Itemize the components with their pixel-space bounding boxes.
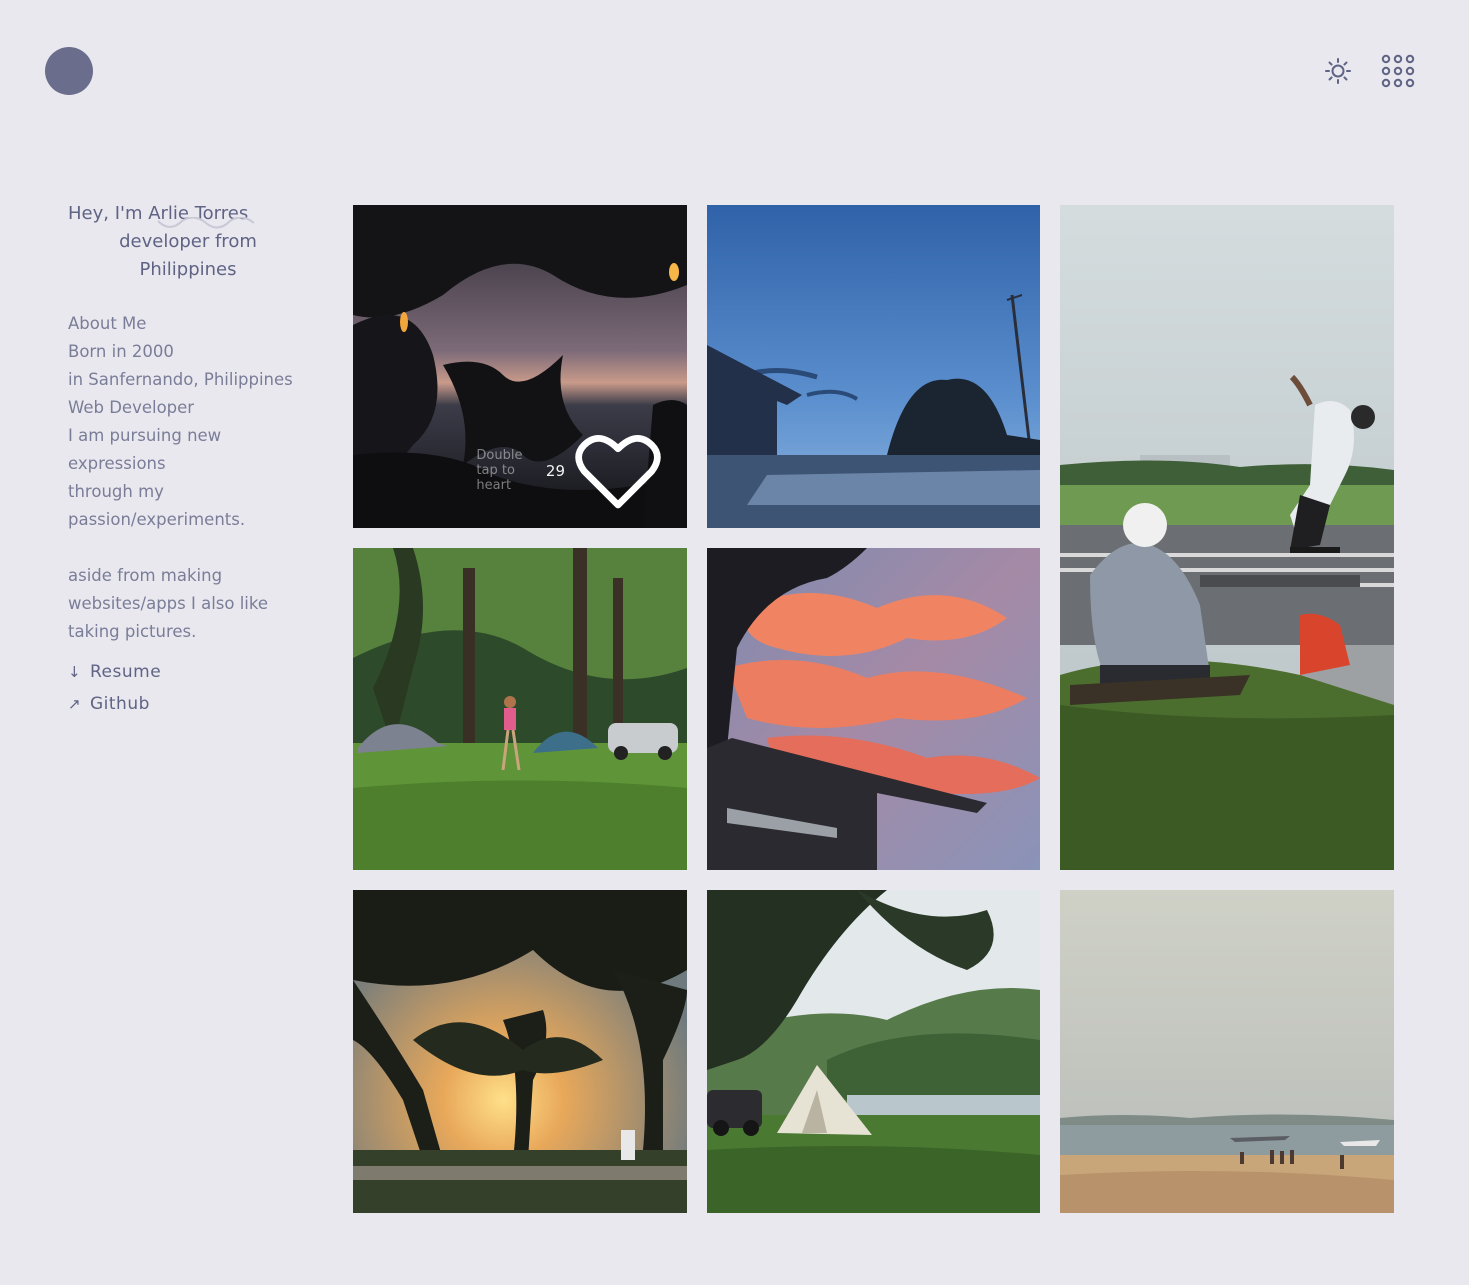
- about-line: websites/apps I also like: [68, 594, 269, 613]
- about-line: I am pursuing new: [68, 426, 222, 445]
- about-text: About Me Born in 2000 in Sanfernando, Ph…: [68, 310, 338, 646]
- arrow-up-right-icon: ↗: [68, 695, 82, 713]
- links-list: ↓ Resume ↗ Github: [68, 656, 338, 720]
- about-line: About Me: [68, 314, 147, 333]
- greeting-prefix: Hey, I'm: [68, 203, 149, 224]
- about-line: Born in 2000: [68, 342, 174, 361]
- about-line: expressions: [68, 454, 166, 473]
- github-label: Github: [90, 694, 150, 714]
- avatar[interactable]: [45, 47, 93, 95]
- photo-skateboarder[interactable]: [1060, 205, 1394, 870]
- greeting-line3: Philippines: [139, 259, 237, 280]
- greeting-line2: developer from: [119, 231, 257, 252]
- photo-campsite[interactable]: [353, 548, 687, 870]
- underline-decoration-icon: [157, 217, 255, 229]
- like-count: 29: [545, 461, 565, 480]
- resume-link[interactable]: ↓ Resume: [68, 656, 338, 688]
- resume-label: Resume: [90, 662, 162, 682]
- about-line: taking pictures.: [68, 622, 197, 641]
- photo-beach[interactable]: [1060, 890, 1394, 1213]
- intro-section: Hey, I'm Arlie Torres developer from Phi…: [68, 200, 338, 720]
- about-line: through my: [68, 482, 164, 501]
- photo-sunset-trees[interactable]: [353, 890, 687, 1213]
- grid-dots-icon[interactable]: [1380, 53, 1416, 89]
- greeting-heading: Hey, I'm Arlie Torres developer from Phi…: [68, 200, 308, 284]
- arrow-down-icon: ↓: [68, 663, 82, 681]
- about-line: aside from making: [68, 566, 223, 585]
- photo-pink-clouds[interactable]: [707, 548, 1040, 870]
- sun-icon[interactable]: [1324, 57, 1352, 85]
- about-line: Web Developer: [68, 398, 195, 417]
- like-overlay: Double tap to heart 29: [476, 430, 663, 513]
- photo-tree-sunset[interactable]: Double tap to heart 29: [353, 205, 687, 528]
- about-line: in Sanfernando, Philippines: [68, 370, 293, 389]
- github-link[interactable]: ↗ Github: [68, 688, 338, 720]
- photo-lakeside-tent[interactable]: [707, 890, 1040, 1213]
- about-line: passion/experiments.: [68, 510, 246, 529]
- author-name: Arlie Torres: [148, 203, 255, 229]
- photo-blue-sky[interactable]: [707, 205, 1040, 528]
- double-tap-hint: Double tap to heart: [476, 448, 523, 494]
- heart-icon[interactable]: [573, 430, 663, 513]
